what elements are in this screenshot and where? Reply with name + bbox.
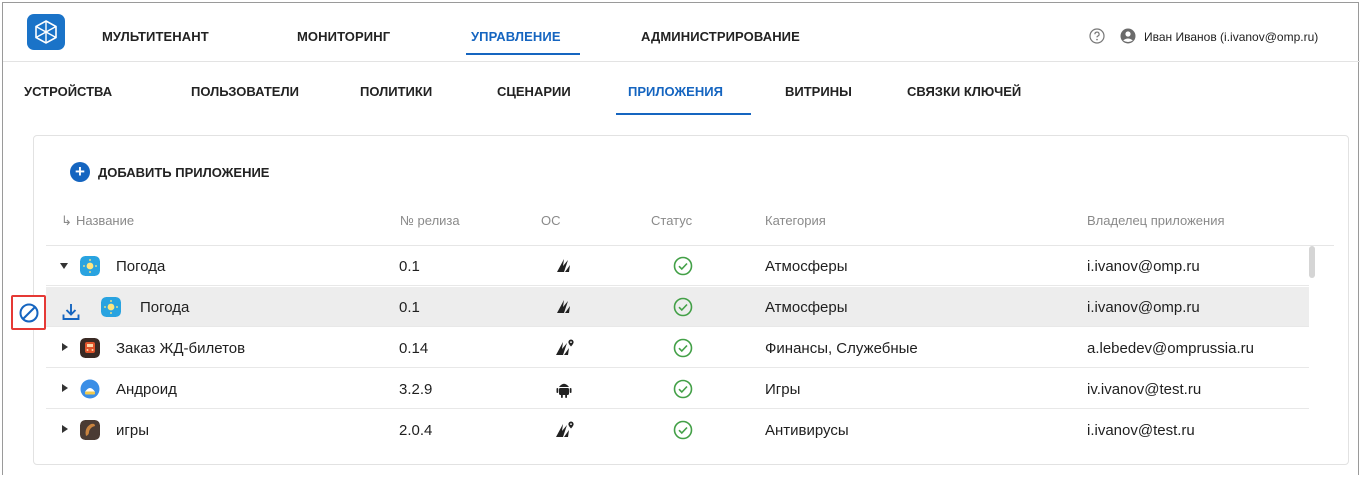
column-header-owner[interactable]: Владелец приложения [1087,213,1225,228]
category: Финансы, Служебные [765,340,918,357]
owner-email: i.ivanov@omp.ru [1087,258,1200,275]
table-row[interactable]: Погода 0.1 Атмосферы i.ivanov@omp.ru [46,287,1309,327]
top-bar: МУЛЬТИТЕНАНТ МОНИТОРИНГ УПРАВЛЕНИЕ АДМИН… [3,3,1360,61]
tab-scenarios[interactable]: СЦЕНАРИИ [497,84,571,99]
weather-app-icon [101,297,121,317]
status-ok-icon [673,379,693,399]
release-number: 2.0.4 [399,422,433,439]
vertical-scrollbar[interactable] [1309,246,1315,278]
column-header-os[interactable]: ОС [541,213,561,228]
expand-caret-icon[interactable] [62,384,68,392]
table-row[interactable]: Погода 0.1 Атмосферы i.ivanov@omp.ru [46,246,1309,286]
status-ok-icon [673,420,693,440]
tab-applications[interactable]: ПРИЛОЖЕНИЯ [628,84,723,99]
owner-email: iv.ivanov@test.ru [1087,381,1202,398]
release-number: 0.1 [399,258,420,275]
collapse-caret-icon[interactable] [60,263,68,269]
nav-monitoring[interactable]: МОНИТОРИНГ [297,29,390,44]
release-number: 0.14 [399,340,429,357]
add-application-button[interactable]: + ДОБАВИТЬ ПРИЛОЖЕНИЕ [70,162,269,182]
expand-caret-icon[interactable] [62,343,68,351]
release-number: 0.1 [399,299,420,316]
block-icon [19,303,38,322]
android-app-icon [80,379,100,399]
expand-caret-icon[interactable] [62,425,68,433]
download-icon[interactable] [61,302,81,322]
nav-multitenant[interactable]: МУЛЬТИТЕНАНТ [102,29,209,44]
app-name: Заказ ЖД-билетов [116,340,246,357]
release-number: 3.2.9 [399,381,433,398]
table-row[interactable]: Заказ ЖД-билетов 0.14 Финансы, Служебные… [46,328,1309,368]
status-ok-icon [673,297,693,317]
add-application-label: ДОБАВИТЬ ПРИЛОЖЕНИЕ [98,164,270,180]
weather-app-icon [80,256,100,276]
nav-administration[interactable]: АДМИНИСТРИРОВАНИЕ [641,29,800,44]
help-circle-icon[interactable] [1089,28,1105,44]
app-name: игры [116,422,149,439]
aurora-location-os-icon [556,421,574,437]
nav-active-indicator [466,53,580,55]
app-name: Погода [140,299,190,316]
sort-icon[interactable]: ↳ [61,213,72,229]
category: Антивирусы [765,422,849,439]
tab-active-indicator [616,113,751,115]
aurora-location-os-icon [556,339,574,355]
app-name: Андроид [116,381,177,398]
applications-card: + ДОБАВИТЬ ПРИЛОЖЕНИЕ ↳ Название № релиз… [33,135,1349,465]
tab-policies[interactable]: ПОЛИТИКИ [360,84,432,99]
column-header-category[interactable]: Категория [765,213,826,228]
status-ok-icon [673,256,693,276]
app-name: Погода [116,258,166,275]
table-row[interactable]: Андроид 3.2.9 Игры iv.ivanov@test.ru [46,369,1309,409]
account-circle-icon[interactable] [1120,28,1136,44]
app-window: МУЛЬТИТЕНАНТ МОНИТОРИНГ УПРАВЛЕНИЕ АДМИН… [2,2,1360,475]
tab-devices[interactable]: УСТРОЙСТВА [24,84,112,99]
block-application-button[interactable] [11,295,46,330]
topbar-divider [3,61,1360,62]
logo[interactable] [27,14,65,50]
owner-email: a.lebedev@omprussia.ru [1087,340,1254,357]
table-row[interactable]: игры 2.0.4 Антивирусы i.ivanov@test.ru [46,410,1309,450]
logo-icon [35,20,57,44]
category: Игры [765,381,801,398]
nav-management[interactable]: УПРАВЛЕНИЕ [471,29,561,44]
category: Атмосферы [765,299,848,316]
games-app-icon [80,420,100,440]
column-header-name[interactable]: Название [76,213,134,228]
owner-email: i.ivanov@omp.ru [1087,299,1200,316]
tab-showcases[interactable]: ВИТРИНЫ [785,84,852,99]
train-app-icon [80,338,100,358]
aurora-os-icon [557,259,570,272]
owner-email: i.ivanov@test.ru [1087,422,1195,439]
user-name[interactable]: Иван Иванов (i.ivanov@omp.ru) [1144,30,1318,44]
column-header-release[interactable]: № релиза [400,213,460,228]
plus-icon: + [70,162,90,182]
tab-keychains[interactable]: СВЯЗКИ КЛЮЧЕЙ [907,84,1021,99]
android-os-icon [556,383,572,398]
status-ok-icon [673,338,693,358]
category: Атмосферы [765,258,848,275]
column-header-status[interactable]: Статус [651,213,692,228]
aurora-os-icon [557,300,570,313]
tab-users[interactable]: ПОЛЬЗОВАТЕЛИ [191,84,299,99]
